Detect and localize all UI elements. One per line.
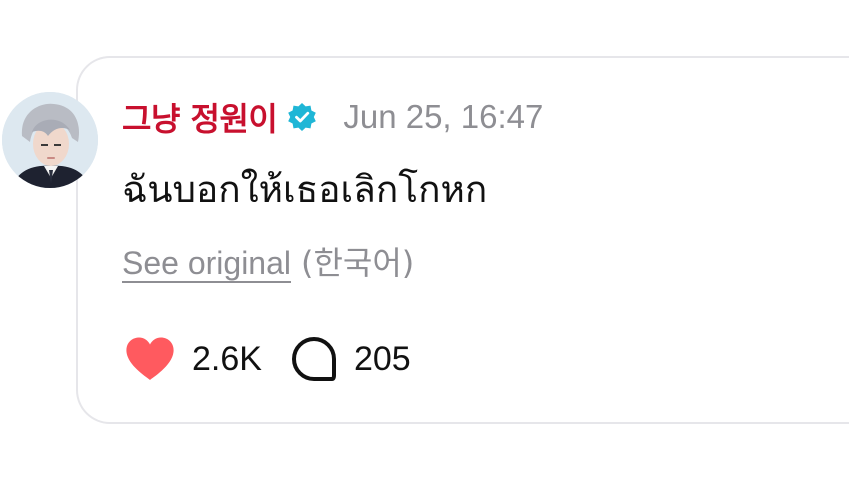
post-actions: 2.6K 205 <box>124 334 411 384</box>
see-original-link[interactable]: See original <box>122 245 291 281</box>
post-timestamp: Jun 25, 16:47 <box>343 98 544 135</box>
original-language-label: (한국어) <box>301 244 415 282</box>
like-button[interactable]: 2.6K <box>124 336 262 382</box>
post-text: ฉันบอกให้เธอเลิกโกหก <box>122 168 488 211</box>
reply-count: 205 <box>353 339 411 378</box>
avatar-image <box>2 92 98 188</box>
verified-badge-icon <box>287 102 317 132</box>
reply-button[interactable]: 205 <box>290 335 411 383</box>
avatar[interactable] <box>2 92 98 188</box>
author-name[interactable]: 그냥 정원이 <box>122 94 278 140</box>
see-original-row: See original (한국어) <box>122 238 414 284</box>
like-count: 2.6K <box>192 339 262 378</box>
post-header: 그냥 정원이 Jun 25, 16:47 <box>122 96 543 138</box>
post-screen: 그냥 정원이 Jun 25, 16:47 ฉันบอกให้เธอเลิกโกห… <box>0 0 849 477</box>
comment-bubble-icon <box>290 335 338 383</box>
heart-icon <box>124 336 176 382</box>
